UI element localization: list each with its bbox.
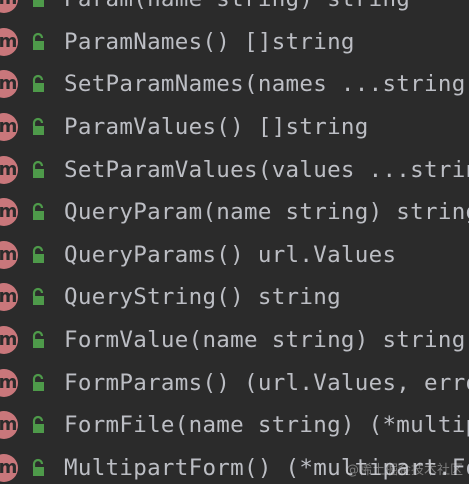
method-signature: ParamNames() []string — [64, 28, 355, 55]
method-icon: m — [0, 155, 18, 184]
method-icon: m — [0, 240, 18, 269]
structure-member-list-panel: m Param(name string) string m ParamNames… — [0, 0, 469, 484]
method-list-item[interactable]: m Param(name string) string — [0, 0, 469, 21]
method-icon-letter: m — [0, 0, 17, 8]
unlocked-public-icon — [32, 32, 44, 50]
watermark: @稀土掘金技术社区 — [345, 463, 463, 478]
method-icon-letter: m — [0, 371, 18, 393]
method-signature: ParamValues() []string — [64, 114, 369, 141]
unlocked-public-icon — [32, 160, 44, 178]
unlocked-public-icon — [32, 458, 44, 476]
method-icon-letter: m — [0, 329, 18, 351]
method-signature: FormParams() (url.Values, error) — [64, 369, 469, 396]
unlocked-public-icon — [32, 288, 44, 306]
method-list-item[interactable]: m FormFile(name string) (*multipart.File… — [0, 404, 469, 447]
method-icon-letter: m — [0, 414, 18, 436]
method-signature: QueryParams() url.Values — [64, 241, 397, 268]
method-icon: m — [0, 368, 18, 397]
method-list-item[interactable]: m FormParams() (url.Values, error) — [0, 361, 469, 404]
method-list: m Param(name string) string m ParamNames… — [0, 0, 469, 484]
method-icon-letter: m — [0, 116, 18, 138]
method-icon-letter: m — [0, 456, 18, 478]
unlocked-public-icon — [32, 245, 44, 263]
unlocked-public-icon — [32, 203, 44, 221]
method-icon-letter: m — [0, 30, 18, 52]
method-list-item[interactable]: m SetParamNames(names ...string) — [0, 63, 469, 106]
method-icon: m — [0, 27, 18, 56]
method-icon: m — [0, 198, 18, 227]
method-signature: SetParamValues(values ...string) — [64, 156, 469, 183]
unlocked-public-icon — [33, 0, 44, 8]
method-icon: m — [0, 411, 18, 440]
method-list-item[interactable]: m QueryParams() url.Values — [0, 234, 469, 277]
unlocked-public-icon — [32, 75, 44, 93]
method-icon: m — [0, 0, 18, 14]
method-signature: Param(name string) string — [64, 0, 410, 12]
method-icon-letter: m — [0, 286, 18, 308]
method-icon-letter: m — [0, 243, 18, 265]
method-signature: FormFile(name string) (*multipart.FileHe… — [64, 412, 469, 439]
method-list-item[interactable]: m ParamNames() []string — [0, 21, 469, 64]
method-signature: FormValue(name string) string — [64, 327, 466, 354]
method-list-item[interactable]: m FormValue(name string) string — [0, 319, 469, 362]
method-icon-letter: m — [0, 158, 18, 180]
unlocked-public-icon — [32, 416, 44, 434]
method-list-item[interactable]: m QueryParam(name string) string — [0, 191, 469, 234]
method-icon: m — [0, 70, 18, 99]
method-signature: SetParamNames(names ...string) — [64, 71, 469, 98]
method-list-item[interactable]: m QueryString() string — [0, 276, 469, 319]
method-icon-letter: m — [0, 201, 18, 223]
unlocked-public-icon — [32, 117, 44, 136]
method-icon: m — [0, 326, 18, 355]
method-list-item[interactable]: m SetParamValues(values ...string) — [0, 148, 469, 191]
method-signature: QueryParam(name string) string — [64, 199, 469, 226]
method-list-item[interactable]: m ParamValues() []string — [0, 106, 469, 149]
method-icon: m — [0, 113, 18, 142]
unlocked-public-icon — [32, 373, 44, 391]
method-icon: m — [0, 453, 18, 482]
unlocked-public-icon — [32, 330, 44, 349]
method-icon: m — [0, 283, 18, 312]
method-icon-letter: m — [0, 73, 18, 95]
method-signature: QueryString() string — [64, 284, 341, 311]
